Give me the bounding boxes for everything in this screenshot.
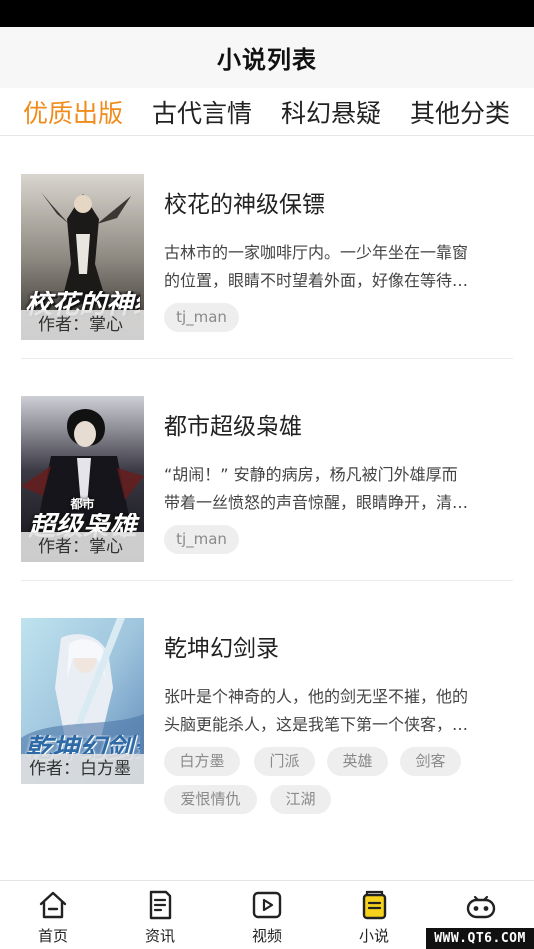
summary-line: 头脑更能杀人，这是我笔下第一个侠客，… — [164, 715, 469, 734]
summary-line: 古林市的一家咖啡厅内。一少年坐在一靠窗 — [164, 243, 469, 262]
tag[interactable]: tj_man — [164, 303, 239, 332]
nav-home[interactable]: 首页 — [13, 881, 93, 949]
nav-label: 视频 — [251, 927, 282, 945]
book-cover[interactable]: 校花的神级保镖 作者：掌心 — [21, 174, 144, 340]
nav-label: 资讯 — [144, 927, 175, 945]
cover-author: 作者：白方墨 — [21, 754, 144, 784]
tag[interactable]: 英雄 — [327, 747, 388, 776]
page-title: 小说列表 — [217, 46, 317, 74]
book-summary: 古林市的一家咖啡厅内。一少年坐在一靠窗 的位置，眼睛不时望着外面，好像在等待… — [164, 239, 510, 295]
nav-novel[interactable]: 小说 — [334, 881, 414, 949]
status-bar — [0, 0, 534, 27]
tag[interactable]: 白方墨 — [164, 747, 240, 776]
tab-other-categories[interactable]: 其他分类 — [410, 94, 510, 130]
home-icon — [39, 891, 67, 919]
book-cover[interactable]: 都市 超级枭雄 作者：掌心 — [21, 396, 144, 562]
cover-author: 作者：掌心 — [21, 532, 144, 562]
summary-line: 张叶是个神奇的人，他的剑无坚不摧，他的 — [164, 687, 469, 706]
tag[interactable]: tj_man — [164, 525, 239, 554]
nav-video[interactable]: 视频 — [227, 881, 307, 949]
tag[interactable]: 门派 — [254, 747, 315, 776]
tag[interactable]: 剑客 — [400, 747, 461, 776]
nav-label: 首页 — [37, 927, 68, 945]
book-item[interactable]: 乾坤幻剑录 作者：白方墨 乾坤幻剑录 张叶是个神奇的人，他的剑无坚不摧，他的 头… — [0, 581, 534, 821]
news-icon — [149, 890, 172, 920]
cover-subtitle: 都市 — [70, 497, 95, 511]
book-summary: “胡闹！” 安静的病房，杨凡被门外雄厚而 带着一丝愤怒的声音惊醒，眼睛睁开，清… — [164, 461, 510, 517]
video-icon — [252, 891, 282, 919]
tag[interactable]: 江湖 — [270, 785, 331, 814]
title-bar: 小说列表 — [0, 27, 534, 88]
game-controller-icon — [466, 895, 496, 919]
book-item[interactable]: 都市 超级枭雄 作者：掌心 都市超级枭雄 “胡闹！” 安静的病房，杨凡被门外雄厚… — [0, 359, 534, 581]
tag[interactable]: 爱恨情仇 — [164, 785, 257, 814]
tab-quality-publishing[interactable]: 优质出版 — [23, 94, 123, 130]
watermark: WWW.QT6.COM — [426, 928, 534, 949]
category-tabs: 优质出版 古代言情 科幻悬疑 其他分类 — [0, 88, 534, 136]
tab-scifi-suspense[interactable]: 科幻悬疑 — [281, 94, 381, 130]
summary-line: 的位置，眼睛不时望着外面，好像在等待… — [164, 271, 469, 290]
nav-label: 小说 — [358, 927, 389, 945]
novel-icon — [362, 890, 387, 920]
book-item[interactable]: 校花的神级保镖 作者：掌心 校花的神级保镖 古林市的一家咖啡厅内。一少年坐在一靠… — [0, 137, 534, 359]
book-summary: 张叶是个神奇的人，他的剑无坚不摧，他的 头脑更能杀人，这是我笔下第一个侠客，… — [164, 683, 510, 739]
nav-news[interactable]: 资讯 — [120, 881, 200, 949]
book-title[interactable]: 都市超级枭雄 — [164, 407, 302, 441]
book-title[interactable]: 乾坤幻剑录 — [164, 629, 279, 663]
book-cover[interactable]: 乾坤幻剑录 作者：白方墨 — [21, 618, 144, 784]
cover-author: 作者：掌心 — [21, 310, 144, 340]
tab-ancient-romance[interactable]: 古代言情 — [152, 94, 252, 130]
book-title[interactable]: 校花的神级保镖 — [164, 185, 325, 219]
summary-line: 带着一丝愤怒的声音惊醒，眼睛睁开，清… — [164, 493, 469, 512]
summary-line: “胡闹！” 安静的病房，杨凡被门外雄厚而 — [164, 465, 458, 484]
